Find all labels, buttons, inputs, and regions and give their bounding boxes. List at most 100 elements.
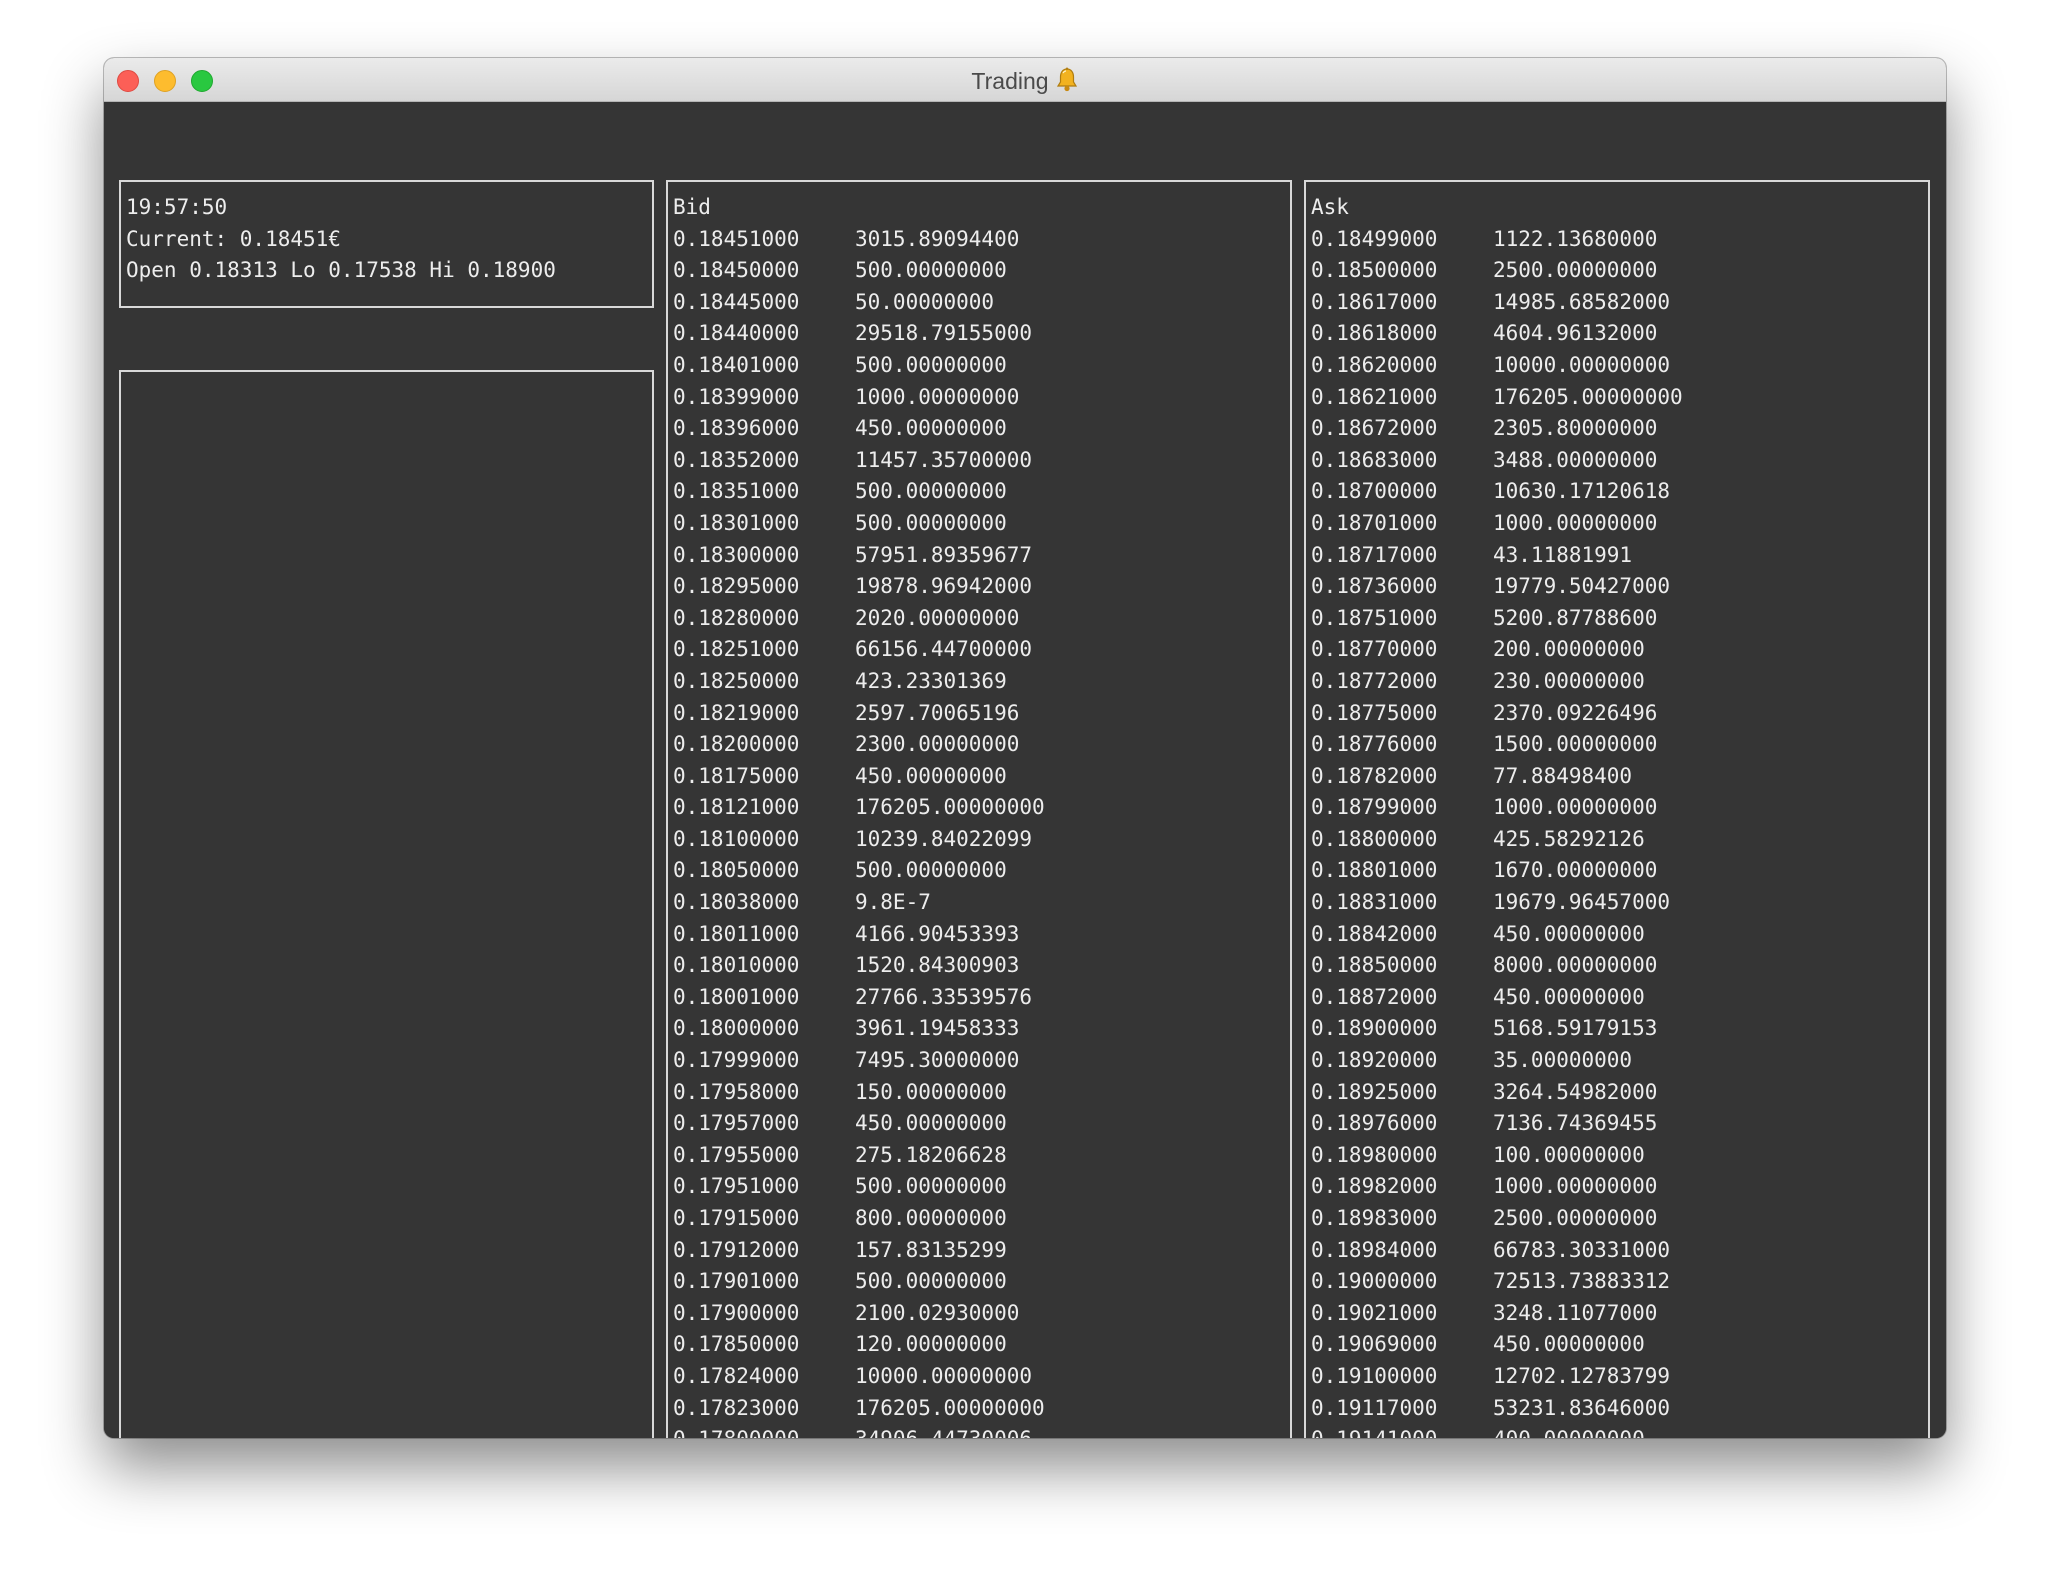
- bid-order-row: 0.18200000 2300.00000000: [673, 729, 1290, 761]
- ask-order-row: 0.18776000 1500.00000000: [1311, 729, 1928, 761]
- bid-price: 0.18399000: [673, 384, 800, 409]
- ask-price: 0.19100000: [1311, 1363, 1438, 1388]
- ask-order-row: 0.18701000 1000.00000000: [1311, 508, 1928, 540]
- bid-amount: 423.23301369: [855, 668, 1007, 693]
- bid-amount: 10239.84022099: [855, 826, 1033, 851]
- ask-price: 0.18831000: [1311, 890, 1438, 915]
- bid-rows: 0.18451000 3015.89094400 0.18450000 500.000…: [673, 224, 1290, 1438]
- bid-price: 0.18300000: [673, 542, 800, 567]
- bid-price: 0.18050000: [673, 858, 800, 883]
- bid-amount: 1520.84300903: [855, 953, 1020, 978]
- bid-order-row: 0.18445000 50.00000000: [673, 287, 1290, 319]
- ask-amount: 53231.83646000: [1493, 1395, 1671, 1420]
- bid-amount: 2597.70065196: [855, 700, 1020, 725]
- ask-amount: 2500.00000000: [1493, 1206, 1658, 1230]
- bid-order-row: 0.17955000 275.18206628: [673, 1140, 1290, 1172]
- ask-price: 0.18976000: [1311, 1111, 1438, 1136]
- bid-order-row: 0.18295000 19878.96942000: [673, 571, 1290, 603]
- bid-amount: 2300.00000000: [855, 732, 1020, 757]
- ask-price: 0.19069000: [1311, 1332, 1438, 1357]
- ask-amount: 14985.68582000: [1493, 289, 1671, 314]
- ask-order-row: 0.18736000 19779.50427000: [1311, 571, 1928, 603]
- ask-amount: 4604.96132000: [1493, 321, 1658, 346]
- bid-order-row: 0.18175000 450.00000000: [673, 761, 1290, 793]
- ask-order-row: 0.18617000 14985.68582000: [1311, 287, 1928, 319]
- ask-order-row: 0.18982000 1000.00000000: [1311, 1171, 1928, 1203]
- bid-amount: 2020.00000000: [855, 605, 1020, 630]
- ask-price: 0.18776000: [1311, 732, 1438, 757]
- ask-price: 0.18772000: [1311, 668, 1438, 693]
- ask-amount: 3248.11077000: [1493, 1300, 1658, 1325]
- bid-order-row: 0.18440000 29518.79155000: [673, 318, 1290, 350]
- bid-amount: 4166.90453393: [855, 921, 1020, 946]
- bid-order-row: 0.18251000 66156.44700000: [673, 634, 1290, 666]
- bid-amount: 50.00000000: [855, 289, 995, 314]
- bid-order-row: 0.17915000 800.00000000: [673, 1203, 1290, 1235]
- ask-order-row: 0.19100000 12702.12783799: [1311, 1361, 1928, 1393]
- bid-order-row: 0.17823000 176205.00000000: [673, 1393, 1290, 1425]
- ask-price: 0.18900000: [1311, 1016, 1438, 1041]
- ask-price: 0.19141000: [1311, 1424, 1493, 1438]
- ask-order-row: 0.18499000 1122.13680000: [1311, 224, 1928, 256]
- bid-amount: 10000.00000000: [855, 1363, 1033, 1388]
- ask-price: 0.18842000: [1311, 921, 1438, 946]
- bid-order-row: 0.18219000 2597.70065196: [673, 698, 1290, 730]
- bid-order-row: 0.18450000 500.00000000: [673, 255, 1290, 287]
- ask-price: 0.18920000: [1311, 1048, 1438, 1073]
- ask-amount: 450.00000000: [1493, 1332, 1645, 1357]
- bid-amount: 57951.89359677: [855, 542, 1033, 567]
- bid-order-row: 0.18396000 450.00000000: [673, 413, 1290, 445]
- window-title: Trading: [104, 67, 1946, 98]
- bid-price: 0.18450000: [673, 258, 800, 283]
- ask-order-row: 0.18772000 230.00000000: [1311, 666, 1928, 698]
- ask-price: 0.18717000: [1311, 542, 1438, 567]
- ask-price: 0.18980000: [1311, 1142, 1438, 1167]
- ask-order-row: 0.18775000 2370.09226496: [1311, 698, 1928, 730]
- ask-amount: 425.58292126: [1493, 826, 1645, 851]
- bid-price: 0.17958000: [673, 1079, 800, 1104]
- bid-amount: 800.00000000: [855, 1206, 1007, 1230]
- ask-amount: 1500.00000000: [1493, 732, 1658, 757]
- title-bar[interactable]: Trading: [104, 58, 1946, 102]
- ask-price: 0.18872000: [1311, 984, 1438, 1009]
- ask-order-row: 0.18717000 43.11881991: [1311, 540, 1928, 572]
- bid-amount: 500.00000000: [855, 1269, 1007, 1294]
- ask-price: 0.18617000: [1311, 289, 1438, 314]
- bid-price: 0.18219000: [673, 700, 800, 725]
- ask-order-row: 0.18984000 66783.30331000: [1311, 1235, 1928, 1267]
- ask-amount: 77.88498400: [1493, 763, 1633, 788]
- ask-order-row: 0.18770000 200.00000000: [1311, 634, 1928, 666]
- bid-amount: 500.00000000: [855, 510, 1007, 535]
- bid-price: 0.17951000: [673, 1174, 800, 1199]
- ask-price: 0.18850000: [1311, 953, 1438, 978]
- bid-amount: 500.00000000: [855, 258, 1007, 283]
- ask-amount: 2500.00000000: [1493, 258, 1658, 283]
- bid-price: 0.18451000: [673, 226, 800, 251]
- bid-price: 0.18000000: [673, 1016, 800, 1041]
- ask-price: 0.18700000: [1311, 479, 1438, 504]
- bell-icon: [1055, 67, 1079, 98]
- ask-price: 0.18801000: [1311, 858, 1438, 883]
- bid-price: 0.18038000: [673, 890, 800, 915]
- ask-price: 0.18500000: [1311, 258, 1438, 283]
- ask-order-row: 0.18925000 3264.54982000: [1311, 1077, 1928, 1109]
- bid-amount: 2100.02930000: [855, 1300, 1020, 1325]
- bid-amount: 34906.44730006: [855, 1424, 1032, 1438]
- bid-order-row: 0.18280000 2020.00000000: [673, 603, 1290, 635]
- ask-price: 0.19000000: [1311, 1269, 1438, 1294]
- empty-panel: [119, 370, 654, 1438]
- bid-order-row: 0.18000000 3961.19458333: [673, 1013, 1290, 1045]
- bid-price: 0.17850000: [673, 1332, 800, 1357]
- ask-amount: 2305.80000000: [1493, 416, 1658, 441]
- ask-order-row: 0.19141000400.00000000: [1311, 1424, 1928, 1438]
- bid-order-row: 0.17999000 7495.30000000: [673, 1045, 1290, 1077]
- ask-order-row: 0.18618000 4604.96132000: [1311, 318, 1928, 350]
- bid-order-row: 0.18301000 500.00000000: [673, 508, 1290, 540]
- ask-order-row: 0.18620000 10000.00000000: [1311, 350, 1928, 382]
- bid-price: 0.18445000: [673, 289, 800, 314]
- bid-price: 0.18100000: [673, 826, 800, 851]
- ask-amount: 19779.50427000: [1493, 574, 1671, 599]
- ask-order-row: 0.19117000 53231.83646000: [1311, 1393, 1928, 1425]
- bid-price: 0.18351000: [673, 479, 800, 504]
- ask-amount: 7136.74369455: [1493, 1111, 1658, 1136]
